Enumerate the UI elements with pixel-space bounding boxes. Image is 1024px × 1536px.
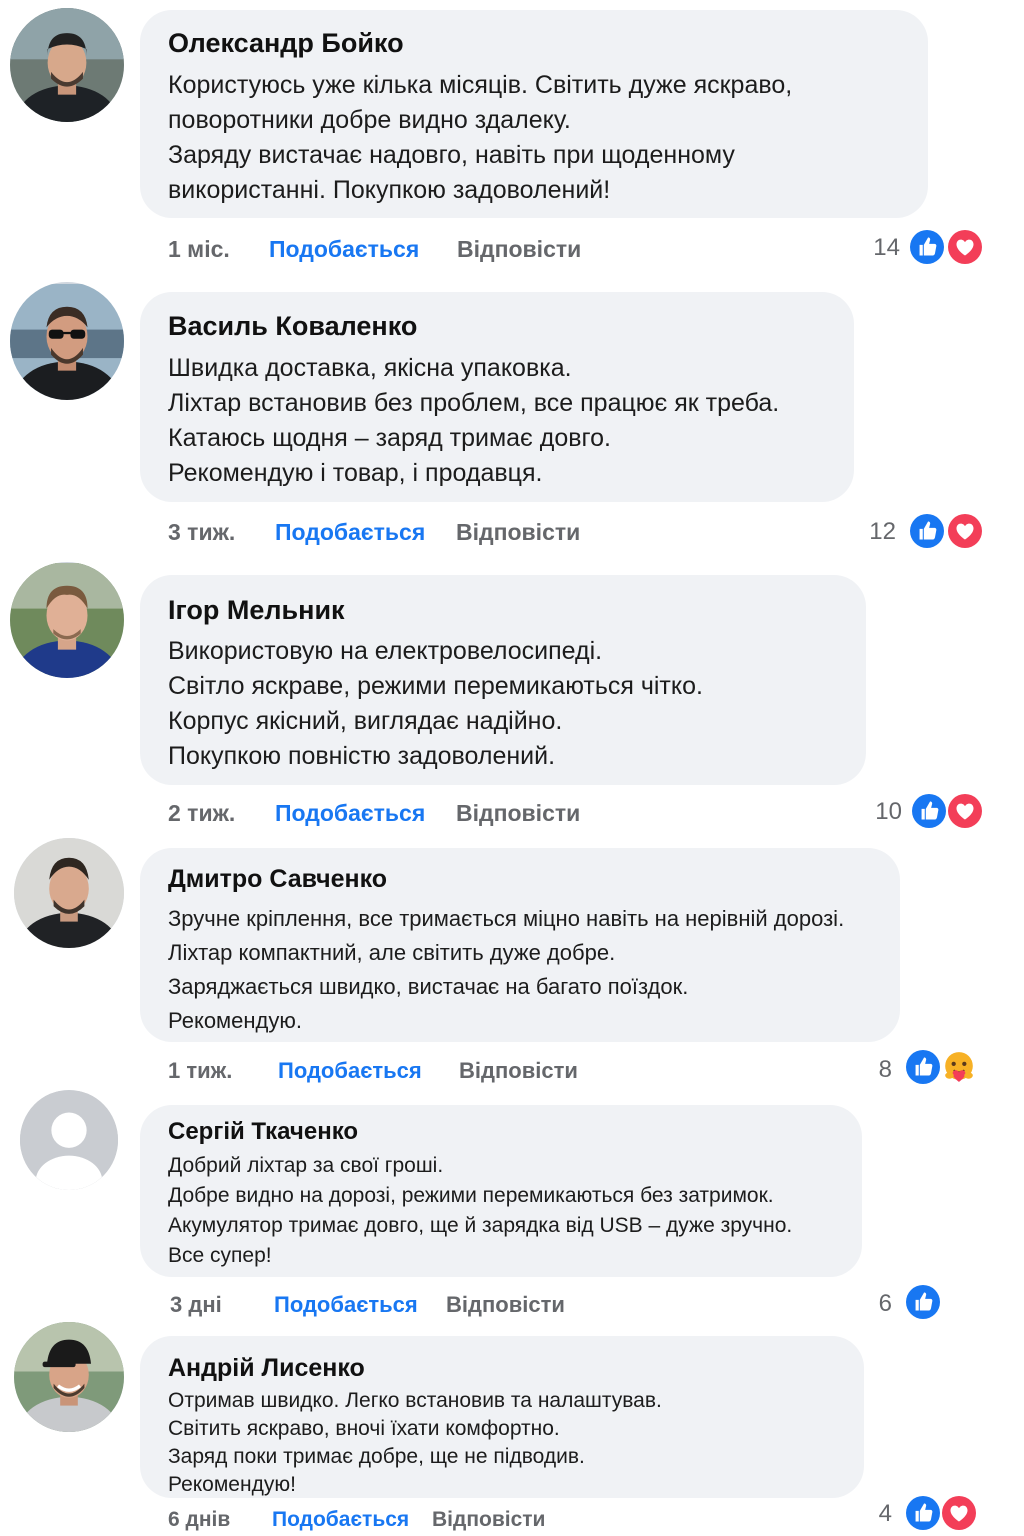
avatar-photo-icon (10, 8, 124, 122)
comment-text: Використовую на електровелосипеді. Світл… (168, 634, 703, 774)
avatar-photo-icon (10, 284, 124, 400)
comment-line: Отримав швидко. Легко встановив та налаш… (168, 1389, 662, 1412)
like-button[interactable]: Подобається (269, 236, 419, 263)
comment-line: Заряджається швидко, вистачає на багато … (168, 974, 689, 999)
avatar[interactable] (20, 1090, 118, 1190)
avatar-photo-icon (10, 563, 124, 678)
comment-time[interactable]: 1 міс. (168, 236, 230, 263)
reaction-count[interactable]: 6 (852, 1290, 892, 1318)
comment-time[interactable]: 6 днів (168, 1508, 230, 1532)
like-button[interactable]: Подобається (275, 800, 425, 827)
avatar-photo-icon (14, 838, 124, 948)
avatar[interactable] (10, 562, 124, 678)
like-button[interactable]: Подобається (272, 1508, 409, 1532)
like-button[interactable]: Подобається (278, 1058, 422, 1084)
comment-line: Ліхтар встановив без проблем, все працює… (168, 389, 780, 417)
like-icon (908, 228, 946, 266)
comment-line: поворотники добре видно здалеку. (168, 106, 571, 134)
comment-line: Рекомендую і товар, і продавця. (168, 459, 543, 487)
reaction-count[interactable]: 8 (852, 1056, 892, 1084)
like-icon (904, 1048, 942, 1086)
reply-button[interactable]: Відповісти (432, 1508, 545, 1532)
avatar[interactable] (10, 8, 124, 122)
default-user-icon (20, 1091, 118, 1190)
comment-text: Користуюсь уже кілька місяців. Світить д… (168, 68, 792, 208)
comment-line: Рекомендую! (168, 1473, 296, 1496)
comment-text: Зручне кріплення, все тримається міцно н… (168, 902, 844, 1038)
avatar[interactable] (14, 1322, 124, 1432)
comment-line: Рекомендую. (168, 1008, 303, 1033)
comment-line: Користуюсь уже кілька місяців. Світить д… (168, 71, 793, 99)
love-icon (946, 512, 984, 550)
comment-line: використанні. Покупкою задоволений! (168, 176, 611, 204)
comment-line: Добрий ліхтар за свої гроші. (168, 1154, 444, 1177)
comment-line: Світить яскраво, вночі їхати комфортно. (168, 1417, 560, 1440)
comment-text: Отримав швидко. Легко встановив та налаш… (168, 1387, 662, 1499)
care-icon (940, 1048, 978, 1086)
comment-line: Катаюсь щодня – заряд тримає довго. (168, 424, 611, 452)
reaction-count[interactable]: 12 (856, 518, 896, 546)
comment-time[interactable]: 1 тиж. (168, 1058, 232, 1084)
reaction-count[interactable]: 14 (860, 234, 900, 262)
reaction-count[interactable]: 10 (862, 798, 902, 826)
reply-button[interactable]: Відповісти (459, 1058, 578, 1084)
comment-line: Використовую на електровелосипеді. (168, 637, 603, 665)
comment-time[interactable]: 3 тиж. (168, 519, 235, 546)
reply-button[interactable]: Відповісти (456, 800, 580, 827)
reply-button[interactable]: Відповісти (456, 519, 580, 546)
avatar-photo-icon (14, 1322, 124, 1432)
comment-line: Ліхтар компактний, але світить дуже добр… (168, 940, 616, 965)
like-button[interactable]: Подобається (275, 519, 425, 546)
comment-time[interactable]: 2 тиж. (168, 800, 235, 827)
love-icon (940, 1494, 978, 1532)
like-icon (908, 512, 946, 550)
comment-line: Зручне кріплення, все тримається міцно н… (168, 906, 845, 931)
like-icon (904, 1283, 942, 1321)
comment-line: Акумулятор тримає довго, ще й зарядка ві… (168, 1214, 793, 1237)
comment-author[interactable]: Сергій Ткаченко (168, 1118, 358, 1146)
comment-author[interactable]: Дмитро Савченко (168, 865, 387, 894)
reply-button[interactable]: Відповісти (446, 1292, 565, 1318)
comment-author[interactable]: Ігор Мельник (168, 595, 345, 626)
comment-line: Заряду вистачає надовго, навіть при щоде… (168, 141, 735, 169)
love-icon (946, 792, 984, 830)
comment-line: Заряд поки тримає добре, ще не підводив. (168, 1445, 585, 1468)
comment-line: Добре видно на дорозі, режими перемикают… (168, 1184, 774, 1207)
comment-line: Покупкою повністю задоволений. (168, 742, 556, 770)
comment-line: Корпус якісний, виглядає надійно. (168, 707, 563, 735)
comment-time[interactable]: 3 дні (170, 1292, 222, 1318)
comment-line: Все супер! (168, 1244, 272, 1267)
reply-button[interactable]: Відповісти (457, 236, 581, 263)
avatar[interactable] (10, 282, 124, 400)
comment-text: Швидка доставка, якісна упаковка. Ліхтар… (168, 351, 779, 491)
love-icon (946, 228, 984, 266)
comment-text: Добрий ліхтар за свої гроші. Добре видно… (168, 1151, 792, 1271)
comment-line: Світло яскраве, режими перемикаються чіт… (168, 672, 703, 700)
avatar[interactable] (14, 838, 124, 948)
like-button[interactable]: Подобається (274, 1292, 418, 1318)
comment-line: Швидка доставка, якісна упаковка. (168, 354, 572, 382)
reaction-count[interactable]: 4 (852, 1500, 892, 1528)
comment-author[interactable]: Василь Коваленко (168, 311, 417, 342)
comment-author[interactable]: Андрій Лисенко (168, 1354, 365, 1383)
like-icon (910, 792, 948, 830)
like-icon (904, 1494, 942, 1532)
comment-author[interactable]: Олександр Бойко (168, 28, 404, 59)
